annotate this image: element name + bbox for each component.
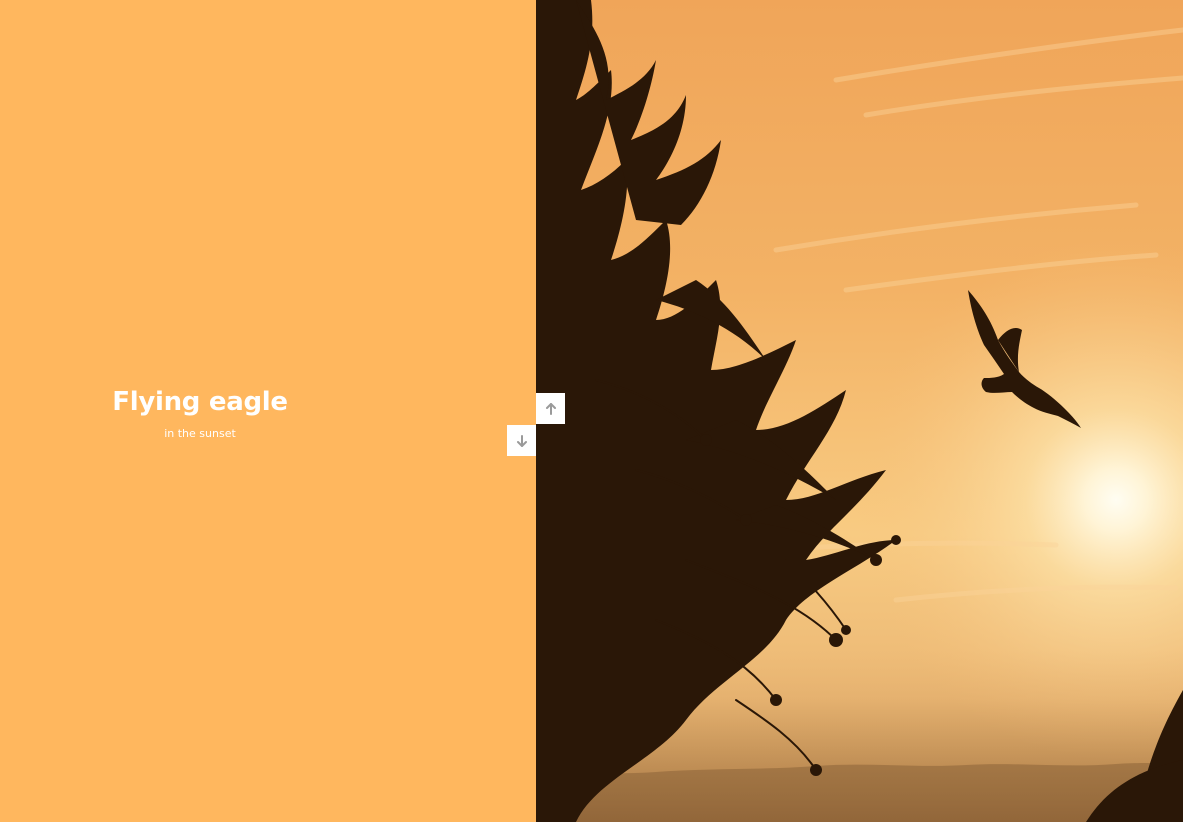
arrow-down-icon [516, 434, 527, 447]
caption-panel: Flying eagle in the sunset [0, 0, 536, 822]
slide-title: Flying eagle [112, 387, 288, 417]
eagle-sunset-photo [536, 0, 1183, 822]
arrow-up-icon [545, 402, 556, 415]
previous-slide-button[interactable] [536, 393, 565, 424]
slide-subtitle: in the sunset [164, 427, 236, 440]
slide-caption: Flying eagle in the sunset [0, 384, 400, 442]
slider-page: Flying eagle in the sunset [0, 0, 1183, 822]
slide-image [536, 0, 1183, 822]
next-slide-button[interactable] [507, 425, 536, 456]
